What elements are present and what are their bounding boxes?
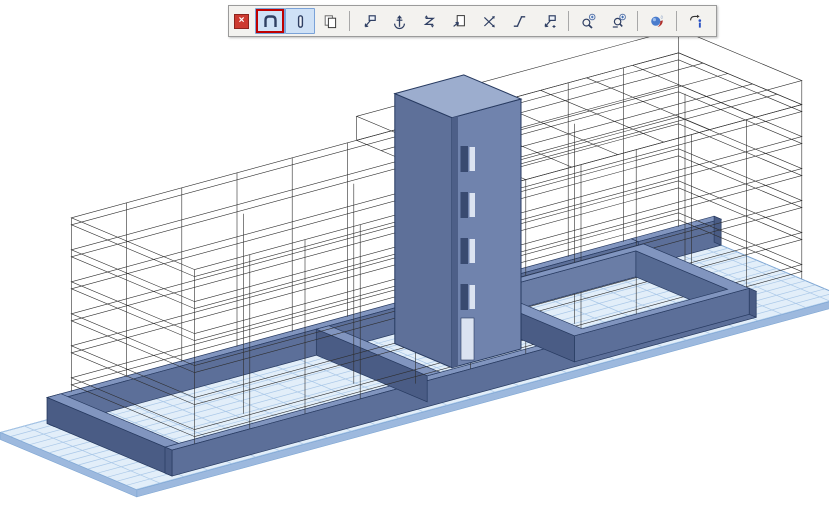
slant-tool-button[interactable] [504, 8, 534, 34]
skew-tool-button[interactable] [474, 8, 504, 34]
toolbar-separator [676, 11, 677, 31]
drag-copy-icon [541, 13, 558, 30]
slant-icon [511, 13, 528, 30]
modify-profile-icon [451, 13, 468, 30]
drag-tool-button[interactable] [354, 8, 384, 34]
column-tool-button[interactable] [285, 8, 315, 34]
toolbar-separator [349, 11, 350, 31]
column-tool-icon [292, 13, 309, 30]
tower-left-face[interactable] [395, 94, 452, 368]
render-3d-tool-button[interactable] [642, 8, 672, 34]
modify-profile-tool-button[interactable] [444, 8, 474, 34]
stretch-height-tool-button[interactable] [414, 8, 444, 34]
render-3d-icon [649, 13, 666, 30]
drag-copy-tool-button[interactable] [534, 8, 564, 34]
floating-toolbar: × [228, 5, 717, 37]
info-icon [688, 13, 705, 30]
wall-tool-button[interactable] [255, 8, 285, 34]
elevate-tool-button[interactable] [384, 8, 414, 34]
application-window: × [0, 0, 829, 519]
wall-end[interactable] [165, 447, 172, 476]
drag-icon [361, 13, 378, 30]
stretch-height-icon [421, 13, 438, 30]
skew-icon [481, 13, 498, 30]
zoom-extent-tool-button[interactable] [603, 8, 633, 34]
zoom-plus-icon [580, 13, 597, 30]
toolbar-separator [637, 11, 638, 31]
wall-tool-icon [262, 13, 279, 30]
elevate-icon [391, 13, 408, 30]
toolbar-separator [568, 11, 569, 31]
wall-end[interactable] [749, 288, 756, 317]
copy-tool-button[interactable] [315, 8, 345, 34]
core-tower[interactable] [395, 75, 521, 368]
close-button[interactable]: × [234, 14, 249, 29]
tower-door [461, 318, 474, 360]
zoom-extent-icon [610, 13, 627, 30]
copy-icon [322, 13, 339, 30]
info-tool-button[interactable] [681, 8, 711, 34]
3d-viewport[interactable] [0, 0, 829, 519]
zoom-plus-tool-button[interactable] [573, 8, 603, 34]
tower-corner-strip [452, 116, 458, 368]
